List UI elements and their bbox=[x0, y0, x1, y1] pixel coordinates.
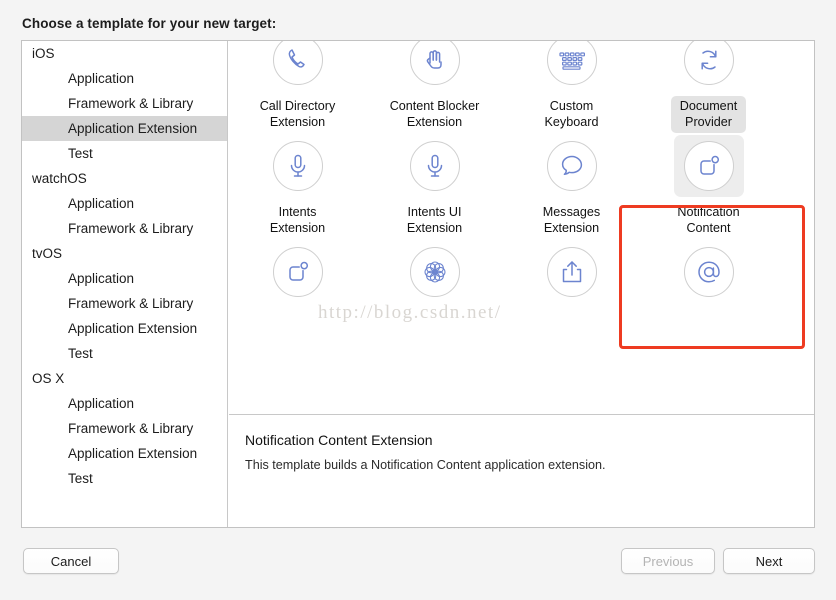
template-label: Call Directory Extension bbox=[251, 96, 345, 133]
refresh-icon bbox=[684, 41, 734, 85]
template-cell[interactable]: Content Blocker Extension bbox=[366, 91, 503, 197]
template-cell[interactable]: Call Directory Extension bbox=[229, 91, 366, 197]
template-label: Intents Extension bbox=[261, 202, 334, 239]
page-title: Choose a template for your new target: bbox=[22, 16, 276, 31]
template-cell[interactable]: Broadcast UI Extension bbox=[503, 41, 640, 91]
template-icon-wrap bbox=[400, 41, 470, 91]
template-icon-wrap bbox=[263, 41, 333, 91]
dialog-footer: Cancel Previous Next bbox=[0, 528, 836, 600]
sidebar-item-tvos[interactable]: tvOS bbox=[22, 241, 227, 266]
sidebar-item-label: Test bbox=[68, 146, 93, 161]
at-sign-icon bbox=[684, 247, 734, 297]
template-grid-row: Action ExtensionAudio Unit ExtensionBroa… bbox=[229, 41, 814, 91]
sidebar-item-framework-library[interactable]: Framework & Library bbox=[22, 91, 227, 116]
template-cell[interactable]: Action Extension bbox=[229, 41, 366, 91]
previous-button[interactable]: Previous bbox=[621, 548, 715, 574]
template-cell[interactable]: Intents Extension bbox=[229, 197, 366, 303]
content-frame: iOS Application Framework & Library Applica… bbox=[21, 40, 815, 528]
template-icon-wrap bbox=[537, 41, 607, 91]
phone-icon bbox=[273, 41, 323, 85]
template-icon-wrap bbox=[263, 135, 333, 197]
template-icon-wrap bbox=[400, 135, 470, 197]
sidebar-item-watchos[interactable]: watchOS bbox=[22, 166, 227, 191]
template-grid[interactable]: Action ExtensionAudio Unit ExtensionBroa… bbox=[229, 41, 814, 415]
template-icon-wrap bbox=[537, 135, 607, 197]
sidebar-item-framework-library[interactable]: Framework & Library bbox=[22, 216, 227, 241]
template-grid-row: Intents Extension Intents UI Extension Mes… bbox=[229, 197, 814, 303]
description-title: Notification Content Extension bbox=[245, 432, 796, 448]
template-label: Document Provider bbox=[671, 96, 746, 133]
template-label: Custom Keyboard bbox=[536, 96, 608, 133]
description-body: This template builds a Notification Cont… bbox=[245, 458, 796, 472]
template-icon-wrap bbox=[537, 241, 607, 303]
notification-badge-icon bbox=[684, 141, 734, 191]
speech-bubble-icon bbox=[547, 141, 597, 191]
next-button[interactable]: Next bbox=[723, 548, 815, 574]
template-label: Messages Extension bbox=[534, 202, 609, 239]
template-description-pane: Notification Content Extension This temp… bbox=[229, 416, 814, 527]
template-icon-wrap bbox=[674, 135, 744, 197]
template-icon-wrap bbox=[674, 241, 744, 303]
sidebar-item-label: Application bbox=[68, 396, 134, 411]
sidebar-item-label: iOS bbox=[32, 46, 55, 61]
sidebar-item-label: Application Extension bbox=[68, 121, 197, 136]
template-cell[interactable]: Audio Unit Extension bbox=[366, 41, 503, 91]
template-cell[interactable]: Custom Keyboard bbox=[503, 91, 640, 197]
sidebar-item-label: Application Extension bbox=[68, 321, 197, 336]
sidebar-item-label: Framework & Library bbox=[68, 421, 193, 436]
template-icon-wrap bbox=[263, 241, 333, 303]
template-cell[interactable]: Messages Extension bbox=[503, 197, 640, 303]
sidebar-item-test[interactable]: Test bbox=[22, 141, 227, 166]
sidebar-item-application-extension[interactable]: Application Extension bbox=[22, 316, 227, 341]
template-icon-wrap bbox=[674, 41, 744, 91]
sidebar-item-application[interactable]: Application bbox=[22, 266, 227, 291]
sidebar-item-application-extension[interactable]: Application Extension bbox=[22, 441, 227, 466]
template-icon-wrap bbox=[400, 241, 470, 303]
share-upload-icon bbox=[547, 247, 597, 297]
microphone-icon bbox=[410, 141, 460, 191]
hand-icon bbox=[410, 41, 460, 85]
keyboard-icon bbox=[547, 41, 597, 85]
sidebar-item-label: Test bbox=[68, 346, 93, 361]
sidebar-item-label: Application bbox=[68, 271, 134, 286]
notification-badge-icon bbox=[273, 247, 323, 297]
sidebar-item-label: Framework & Library bbox=[68, 296, 193, 311]
sidebar-item-ios[interactable]: iOS bbox=[22, 41, 227, 66]
sidebar-item-framework-library[interactable]: Framework & Library bbox=[22, 416, 227, 441]
template-cell[interactable]: Notification Content bbox=[640, 197, 777, 303]
flower-ring-icon bbox=[410, 247, 460, 297]
template-label: Content Blocker Extension bbox=[381, 96, 489, 133]
microphone-icon bbox=[273, 141, 323, 191]
sidebar-item-label: watchOS bbox=[32, 171, 87, 186]
sidebar-item-label: Framework & Library bbox=[68, 96, 193, 111]
template-cell[interactable]: Broadcast Upload bbox=[640, 41, 777, 91]
sidebar-item-test[interactable]: Test bbox=[22, 466, 227, 491]
new-target-template-dialog: Choose a template for your new target: i… bbox=[0, 0, 836, 600]
sidebar-item-os-x[interactable]: OS X bbox=[22, 366, 227, 391]
template-cell[interactable]: Document Provider bbox=[640, 91, 777, 197]
sidebar-item-label: Framework & Library bbox=[68, 221, 193, 236]
sidebar-item-application[interactable]: Application bbox=[22, 66, 227, 91]
sidebar-item-label: Application Extension bbox=[68, 446, 197, 461]
sidebar-item-label: Application bbox=[68, 71, 134, 86]
sidebar-item-application[interactable]: Application bbox=[22, 391, 227, 416]
sidebar-item-label: Test bbox=[68, 471, 93, 486]
sidebar-item-application-extension[interactable]: Application Extension bbox=[22, 116, 227, 141]
template-label: Intents UI Extension bbox=[398, 202, 471, 239]
template-label: Notification Content bbox=[668, 202, 748, 239]
sidebar-item-test[interactable]: Test bbox=[22, 341, 227, 366]
sidebar-item-framework-library[interactable]: Framework & Library bbox=[22, 291, 227, 316]
template-grid-row: Call Directory Extension Content Blocker … bbox=[229, 91, 814, 197]
sidebar-item-label: Application bbox=[68, 196, 134, 211]
template-cell[interactable]: Intents UI Extension bbox=[366, 197, 503, 303]
sidebar-item-application[interactable]: Application bbox=[22, 191, 227, 216]
sidebar-item-label: OS X bbox=[32, 371, 64, 386]
cancel-button[interactable]: Cancel bbox=[23, 548, 119, 574]
sidebar-item-label: tvOS bbox=[32, 246, 62, 261]
platform-sidebar[interactable]: iOS Application Framework & Library Applica… bbox=[22, 41, 228, 527]
